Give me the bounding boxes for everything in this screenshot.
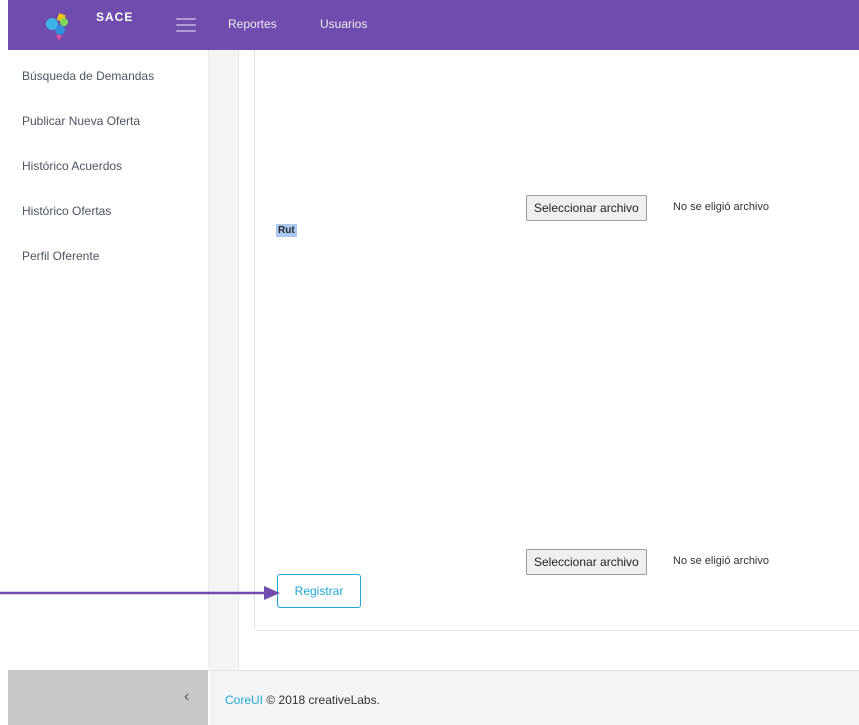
file-select-button-rut[interactable]: Seleccionar archivo: [526, 195, 647, 221]
form-card: [254, 50, 859, 631]
sidebar-item-historico-ofertas[interactable]: Histórico Ofertas: [22, 204, 111, 218]
footer-text: CoreUI © 2018 creativeLabs.: [225, 693, 380, 707]
brand-logo[interactable]: SACE: [38, 4, 132, 44]
hamburger-icon[interactable]: [176, 18, 196, 32]
footer-copyright: © 2018 creativeLabs.: [263, 693, 380, 707]
rut-label: Rut: [276, 224, 297, 237]
sidebar-footer: ‹: [8, 670, 208, 725]
file-status-rut: No se eligió archivo: [673, 201, 769, 213]
app-footer: CoreUI © 2018 creativeLabs.: [209, 670, 859, 725]
app-page: SACE Reportes Usuarios Búsqueda de Deman…: [0, 0, 859, 725]
sace-logo-icon: [46, 13, 68, 41]
footer-coreui-link[interactable]: CoreUI: [225, 693, 263, 707]
sidebar-item-publicar-oferta[interactable]: Publicar Nueva Oferta: [22, 114, 140, 128]
sidebar-item-busqueda-demandas[interactable]: Búsqueda de Demandas: [22, 69, 154, 83]
file-select-button-second[interactable]: Seleccionar archivo: [526, 549, 647, 575]
brand-name: SACE: [96, 10, 134, 24]
sidebar-item-perfil-oferente[interactable]: Perfil Oferente: [22, 249, 99, 263]
nav-reportes[interactable]: Reportes: [228, 17, 277, 31]
sidebar-item-historico-acuerdos[interactable]: Histórico Acuerdos: [22, 159, 122, 173]
file-status-second: No se eligió archivo: [673, 555, 769, 567]
top-navbar: SACE Reportes Usuarios: [8, 0, 859, 50]
annotation-arrow-icon: [0, 586, 280, 600]
sidebar: Búsqueda de Demandas Publicar Nueva Ofer…: [8, 50, 209, 670]
nav-usuarios[interactable]: Usuarios: [320, 17, 367, 31]
chevron-left-icon[interactable]: ‹: [184, 688, 189, 706]
